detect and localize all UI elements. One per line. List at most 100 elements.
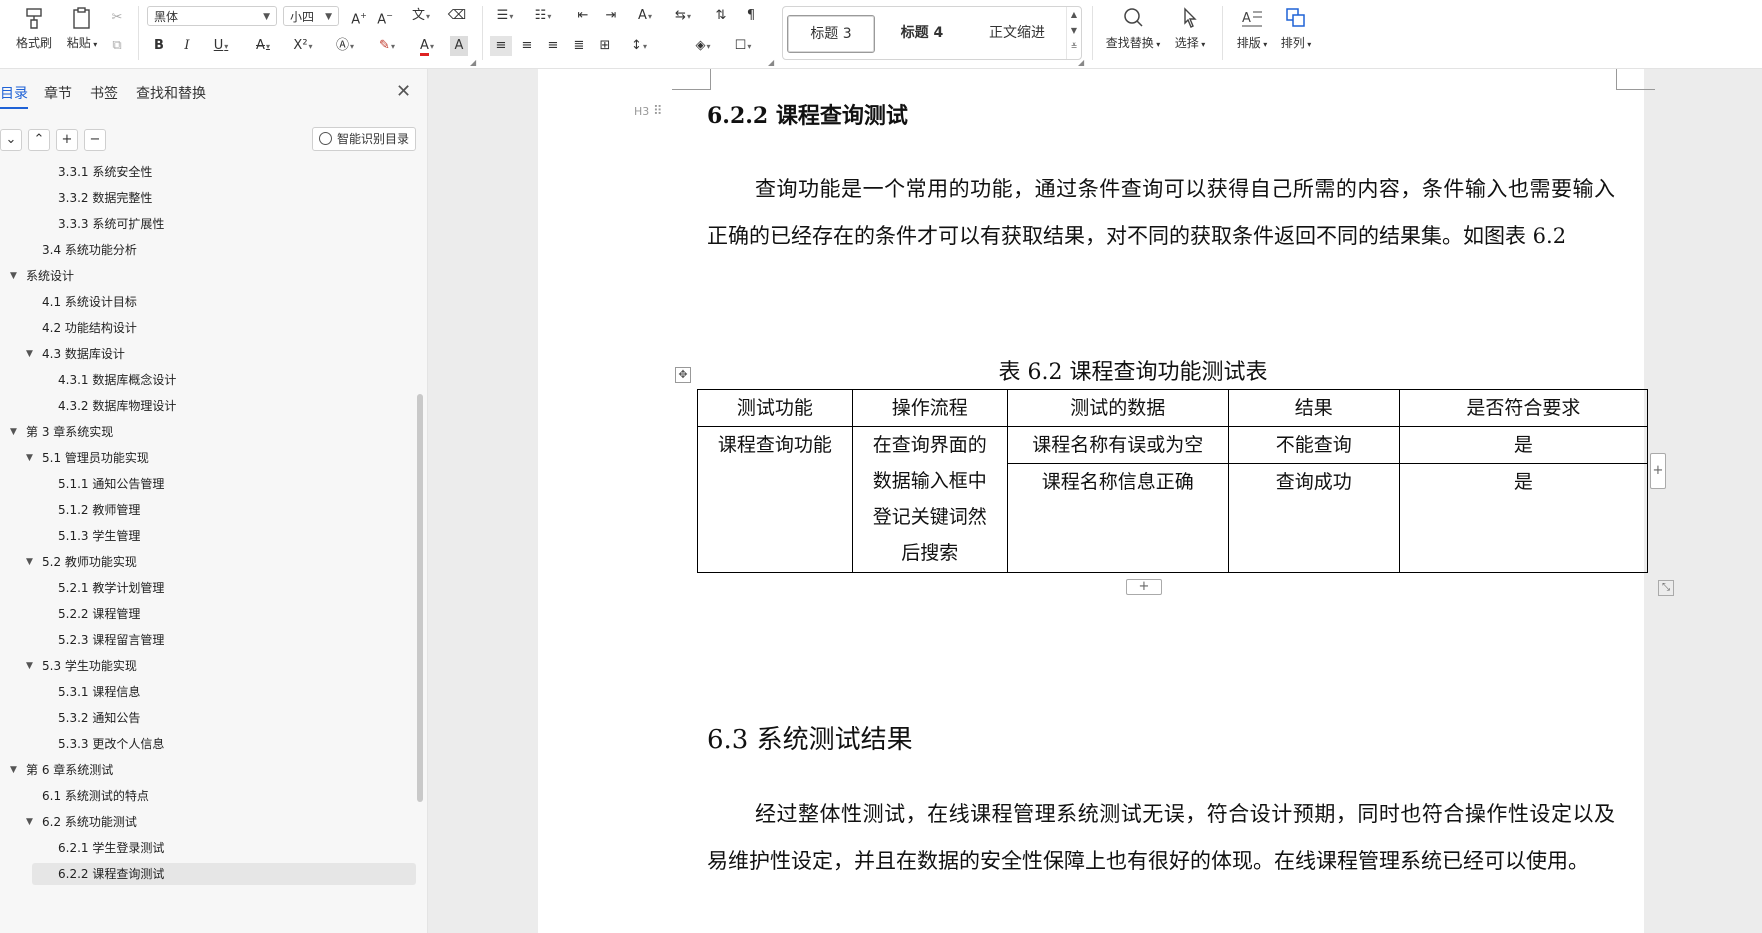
tab-chapters[interactable]: 章节 bbox=[44, 83, 72, 103]
format-painter-button[interactable]: 格式刷 bbox=[12, 4, 56, 56]
drag-handle-icon[interactable]: ⠿ bbox=[653, 104, 662, 119]
table-cell-process[interactable]: 在查询界面的 数据输入框中 登记关键词然 后搜索 bbox=[851, 426, 1008, 573]
toc-item[interactable]: 6.2.2 课程查询测试 bbox=[32, 863, 416, 885]
table-header-cell[interactable]: 测试的数据 bbox=[1006, 389, 1229, 427]
table-cell-function[interactable]: 课程查询功能 bbox=[697, 426, 853, 573]
toc-item[interactable]: 5.2.1 教学计划管理 bbox=[58, 577, 164, 599]
add-row-button[interactable]: + bbox=[1126, 579, 1162, 595]
table-header-cell[interactable]: 是否符合要求 bbox=[1398, 389, 1649, 427]
layout-button[interactable]: A 排版 ▾ bbox=[1232, 4, 1272, 56]
smart-toc-button[interactable]: 智能识别目录 bbox=[312, 127, 416, 151]
table-header-cell[interactable]: 结果 bbox=[1227, 389, 1400, 427]
expand-all-button[interactable]: + bbox=[56, 129, 78, 151]
chevron-up-icon[interactable]: ▲ bbox=[1067, 7, 1081, 23]
toc-item[interactable]: 4.3.1 数据库概念设计 bbox=[58, 369, 176, 391]
table-header-cell[interactable]: 操作流程 bbox=[851, 389, 1008, 427]
style-body-indent[interactable]: 正文缩进 bbox=[969, 15, 1065, 51]
toc-item[interactable]: 5.1.2 教师管理 bbox=[58, 499, 140, 521]
expand-triangle-icon[interactable]: ▼ bbox=[10, 759, 17, 781]
table-cell-ok[interactable]: 是 bbox=[1398, 463, 1649, 573]
cut-icon[interactable]: ✂ bbox=[106, 8, 128, 28]
toc-item[interactable]: 5.1.1 通知公告管理 bbox=[58, 473, 164, 495]
sort-icon[interactable]: ⇅ bbox=[710, 6, 732, 26]
toc-item[interactable]: 5.3.3 更改个人信息 bbox=[58, 733, 164, 755]
phonetic-guide-icon[interactable]: 文▾ bbox=[406, 6, 436, 26]
align-left-icon[interactable]: ≡ bbox=[490, 36, 512, 56]
paragraph-dialog-launcher-icon[interactable]: ◢ bbox=[768, 58, 774, 67]
toc-item[interactable]: ▼ 5.3 学生功能实现 bbox=[26, 655, 137, 677]
toc-item[interactable]: ▼ 第 3 章系统实现 bbox=[10, 421, 113, 443]
style-heading3[interactable]: 标题 3 bbox=[787, 15, 875, 53]
border-icon[interactable]: ☐▾ bbox=[726, 36, 760, 56]
expand-triangle-icon[interactable]: ▼ bbox=[26, 655, 33, 677]
toc-item[interactable]: 3.3.2 数据完整性 bbox=[58, 187, 152, 209]
find-replace-button[interactable]: 查找替换 ▾ bbox=[1102, 4, 1164, 56]
char-shading-icon[interactable]: A bbox=[450, 36, 468, 56]
tab-find-replace[interactable]: 查找和替换 bbox=[136, 83, 206, 103]
table-cell-data[interactable]: 课程名称信息正确 bbox=[1006, 463, 1229, 573]
level-up-button[interactable]: ⌃ bbox=[28, 129, 50, 151]
arrange-button[interactable]: 排列 ▾ bbox=[1276, 4, 1316, 56]
toc-item[interactable]: ▼ 4.3 数据库设计 bbox=[26, 343, 125, 365]
styles-dialog-launcher-icon[interactable]: ◢ bbox=[1078, 58, 1084, 67]
table-cell-ok[interactable]: 是 bbox=[1398, 426, 1649, 464]
collapse-down-button[interactable]: ⌄ bbox=[0, 129, 22, 151]
toc-item[interactable]: ▼ 系统设计 bbox=[10, 265, 74, 287]
toc-scrollbar[interactable] bbox=[417, 394, 423, 802]
font-dialog-launcher-icon[interactable]: ◢ bbox=[470, 58, 476, 67]
line-spacing-icon[interactable]: ↕▾ bbox=[622, 36, 656, 56]
expand-triangle-icon[interactable]: ▼ bbox=[10, 265, 17, 287]
toc-item[interactable]: 4.1 系统设计目标 bbox=[42, 291, 137, 313]
table-header-cell[interactable]: 测试功能 bbox=[697, 389, 853, 427]
select-button[interactable]: 选择 ▾ bbox=[1168, 4, 1212, 56]
toc-item[interactable]: 5.2.3 课程留言管理 bbox=[58, 629, 164, 651]
shading-icon[interactable]: ◈▾ bbox=[686, 36, 720, 56]
table-cell-data[interactable]: 课程名称有误或为空 bbox=[1006, 426, 1229, 464]
align-right-icon[interactable]: ≡ bbox=[542, 36, 564, 56]
toc-item[interactable]: 5.3.1 课程信息 bbox=[58, 681, 140, 703]
tab-bookmarks[interactable]: 书签 bbox=[90, 83, 118, 103]
toc-item[interactable]: 5.2.2 课程管理 bbox=[58, 603, 140, 625]
chinese-layout-icon[interactable]: A▾ bbox=[630, 6, 660, 26]
text-effect-icon[interactable]: Ⓐ▾ bbox=[328, 36, 362, 56]
toc-item[interactable]: 4.3.2 数据库物理设计 bbox=[58, 395, 176, 417]
collapse-all-button[interactable]: − bbox=[84, 129, 106, 151]
italic-icon[interactable]: I bbox=[176, 36, 198, 56]
table-move-handle-icon[interactable]: ✥ bbox=[675, 367, 691, 383]
toc-item[interactable]: 4.2 功能结构设计 bbox=[42, 317, 137, 339]
strikethrough-icon[interactable]: A▾ bbox=[246, 36, 280, 56]
style-heading4[interactable]: 标题 4 bbox=[879, 15, 965, 51]
document-page[interactable]: H3 ⠿ 6.2.2 课程查询测试 查询功能是一个常用的功能，通过条件查询可以获… bbox=[538, 69, 1674, 933]
toc-item[interactable]: 5.3.2 通知公告 bbox=[58, 707, 140, 729]
font-name-select[interactable]: 黑体 ▼ bbox=[147, 6, 277, 26]
expand-triangle-icon[interactable]: ▼ bbox=[26, 343, 33, 365]
toc-item[interactable]: ▼ 5.1 管理员功能实现 bbox=[26, 447, 149, 469]
toc-item[interactable]: 6.2.1 学生登录测试 bbox=[58, 837, 164, 859]
toc-item[interactable]: 3.4 系统功能分析 bbox=[42, 239, 137, 261]
toc-item[interactable]: 6.1 系统测试的特点 bbox=[42, 785, 149, 807]
show-marks-icon[interactable]: ¶ bbox=[740, 6, 762, 26]
align-center-icon[interactable]: ≡ bbox=[516, 36, 538, 56]
toc-item[interactable]: ▼ 5.2 教师功能实现 bbox=[26, 551, 137, 573]
bold-icon[interactable]: B bbox=[148, 36, 170, 56]
expand-triangle-icon[interactable]: ▼ bbox=[26, 447, 33, 469]
bullet-list-icon[interactable]: ☰▾ bbox=[490, 6, 520, 26]
expand-triangle-icon[interactable]: ▼ bbox=[26, 551, 33, 573]
toc-item[interactable]: 3.3.3 系统可扩展性 bbox=[58, 213, 164, 235]
clear-format-icon[interactable]: ⌫ bbox=[446, 6, 468, 26]
copy-icon[interactable]: ⧉ bbox=[106, 36, 128, 56]
distribute-icon[interactable]: ⊞ bbox=[594, 36, 616, 56]
paste-button[interactable]: 粘贴 ▾ bbox=[60, 4, 104, 56]
close-icon[interactable]: ✕ bbox=[396, 81, 411, 102]
styles-scroll[interactable]: ▲ ▼ ≚ bbox=[1066, 7, 1081, 59]
toc-item[interactable]: ▼ 第 6 章系统测试 bbox=[10, 759, 113, 781]
font-size-select[interactable]: 小四 ▼ bbox=[283, 6, 339, 26]
justify-icon[interactable]: ≣ bbox=[568, 36, 590, 56]
table-resize-handle-icon[interactable]: ⤡ bbox=[1658, 580, 1674, 596]
toc-item[interactable]: 5.1.3 学生管理 bbox=[58, 525, 140, 547]
toc-item[interactable]: 3.3.1 系统安全性 bbox=[58, 161, 152, 183]
numbered-list-icon[interactable]: ☷▾ bbox=[528, 6, 558, 26]
increase-indent-icon[interactable]: ⇥ bbox=[600, 6, 622, 26]
table-cell-result[interactable]: 查询成功 bbox=[1227, 463, 1400, 573]
grow-font-icon[interactable]: A+ bbox=[348, 6, 370, 27]
